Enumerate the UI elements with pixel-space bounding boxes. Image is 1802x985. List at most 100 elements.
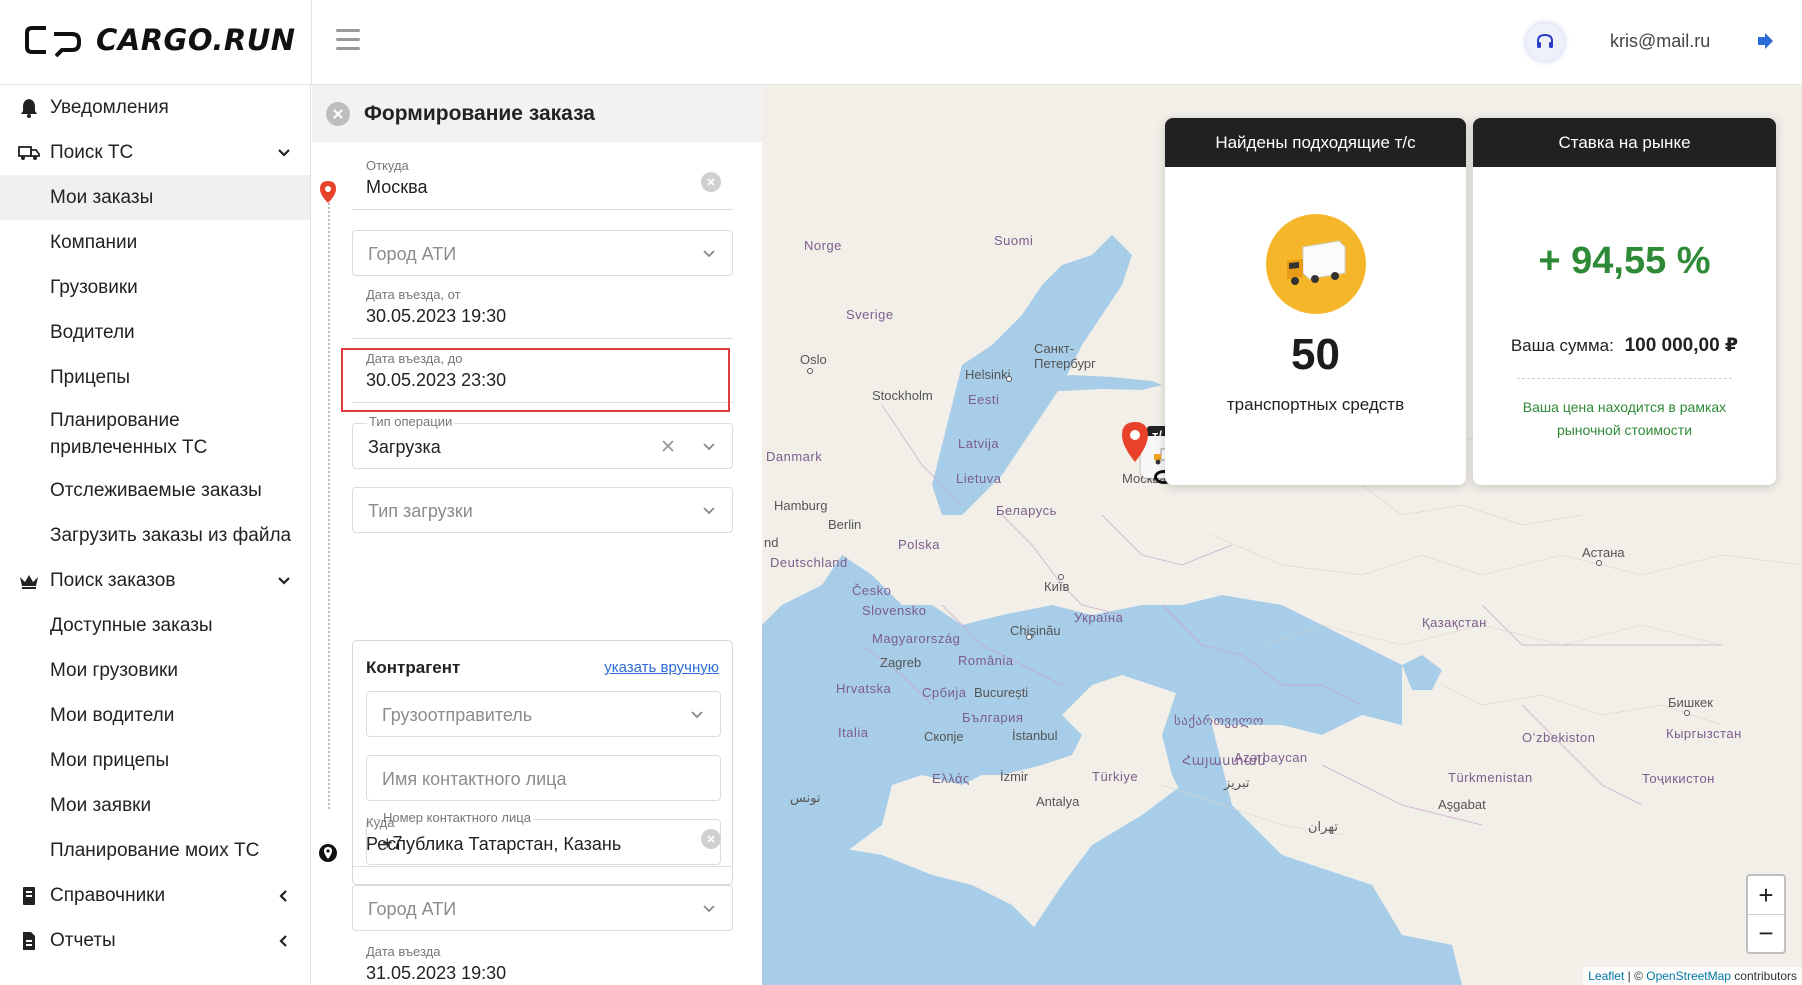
chevron-down-icon (703, 443, 715, 451)
osm-link[interactable]: OpenStreetMap (1646, 969, 1731, 983)
city-dot (1026, 634, 1032, 640)
ati-city-select-destination[interactable]: Город АТИ (352, 885, 733, 931)
contact-name-input[interactable]: Имя контактного лица (366, 755, 721, 801)
leaflet-link[interactable]: Leaflet (1588, 969, 1624, 983)
operation-type-select[interactable]: Тип операции Загрузка (352, 414, 733, 469)
sidebar-item-vehicle-search[interactable]: Поиск ТС (0, 130, 310, 175)
logo[interactable]: CARGO.RUN (24, 18, 296, 62)
sidebar-item-label: Отчеты (50, 929, 116, 951)
clear-to-button[interactable] (701, 829, 721, 849)
vehicles-count-caption: транспортных средств (1226, 395, 1405, 414)
city-dot (1058, 574, 1064, 580)
clear-icon[interactable] (660, 438, 676, 454)
sidebar-item-my-trucks[interactable]: Мои грузовики (0, 648, 310, 693)
chevron-left-icon (279, 889, 287, 902)
sidebar-item-trucks[interactable]: Грузовики (0, 265, 310, 310)
sidebar-item-label: Мои прицепы (50, 749, 170, 771)
vehicles-count: 50 (1291, 330, 1340, 379)
sidebar-item-trailers[interactable]: Прицепы (0, 355, 310, 400)
order-form-panel: Формирование заказа Откуда Москва Город … (312, 85, 762, 985)
sidebar-item-reports[interactable]: Отчеты (0, 918, 310, 963)
map-label-danmark: Danmark (766, 449, 823, 464)
sidebar-item-label: Справочники (50, 884, 166, 906)
sidebar-item-label: Мои заказы (50, 186, 154, 208)
sidebar-item-available-orders[interactable]: Доступные заказы (0, 603, 310, 648)
sidebar-item-label: Мои грузовики (50, 659, 178, 681)
sidebar-item-notifications[interactable]: Уведомления (0, 85, 310, 130)
map-label-izmir: İzmir (1000, 769, 1029, 784)
map-label-ashgabat: Aşgabat (1438, 797, 1486, 812)
map-label-antalya: Antalya (1036, 794, 1080, 809)
clear-from-button[interactable] (701, 172, 721, 192)
map-label-tabriz: تبریز (1224, 775, 1250, 790)
manual-entry-link[interactable]: указать вручную (604, 659, 719, 676)
sidebar-item-order-search[interactable]: Поиск заказов (0, 558, 310, 603)
attribution-sep: | © (1624, 969, 1647, 983)
map-label-chisinau: Chişinău (1010, 623, 1061, 638)
map-label-cesko: Česko (852, 583, 892, 598)
from-field[interactable]: Откуда Москва (352, 150, 733, 210)
truck-icon (1286, 240, 1345, 285)
support-button[interactable] (1526, 23, 1564, 61)
your-sum-value: 100 000,00 ₽ (1624, 335, 1739, 356)
close-panel-button[interactable] (326, 101, 350, 126)
map-attribution: Leaflet | © OpenStreetMap contributors (1583, 967, 1802, 985)
sidebar-item-my-drivers[interactable]: Мои водители (0, 693, 310, 738)
date-from-value: 30.05.2023 19:30 (366, 306, 507, 326)
sidebar-item-my-trailers[interactable]: Мои прицепы (0, 738, 310, 783)
bell-icon (18, 97, 40, 119)
sidebar-item-drivers[interactable]: Водители (0, 310, 310, 355)
map-label-slovensko: Slovensko (862, 603, 927, 618)
shipper-select[interactable]: Грузоотправитель (366, 691, 721, 737)
operation-type-label: Тип операции (367, 414, 455, 429)
map-label-astana: Астана (1582, 545, 1625, 560)
logo-mark-icon (25, 26, 81, 57)
map-label-oslo: Oslo (800, 352, 827, 367)
sidebar-item-companies[interactable]: Компании (0, 220, 310, 265)
map-label-hamburg: Hamburg (774, 498, 828, 513)
focus-highlight (341, 348, 730, 412)
date-from-field[interactable]: Дата въезда, от 30.05.2023 19:30 (352, 279, 733, 339)
map-label-polska: Polska (898, 537, 941, 552)
menu-toggle-button[interactable] (336, 29, 360, 51)
contact-name-placeholder: Имя контактного лица (382, 769, 567, 789)
sidebar-item-my-requests[interactable]: Мои заявки (0, 783, 310, 828)
arrival-date-value: 31.05.2023 19:30 (366, 963, 507, 983)
rate-divider (1517, 378, 1732, 379)
sidebar-item-upload-orders[interactable]: Загрузить заказы из файла (0, 513, 310, 558)
map-label-latvija: Latvija (958, 436, 1000, 451)
map-label-hrvatska: Hrvatska (836, 681, 892, 696)
sidebar-item-my-orders[interactable]: Мои заказы (0, 175, 310, 220)
operation-type-value: Загрузка (368, 437, 441, 457)
ati-city-select-origin[interactable]: Город АТИ (352, 230, 733, 276)
sidebar-item-planning-hired[interactable]: Планирование привлеченных ТС (0, 400, 310, 468)
vehicles-card-title: Найдены подходящие т/с (1165, 118, 1466, 167)
sidebar-item-label: Мои водители (50, 704, 175, 726)
map-label-italia: Italia (838, 725, 869, 740)
sidebar-item-label: Планирование привлеченных ТС (50, 410, 208, 458)
origin-pin-icon (1122, 422, 1148, 462)
map-label-bulgaria: България (962, 710, 1024, 725)
sidebar-item-tracked-orders[interactable]: Отслеживаемые заказы (0, 468, 310, 513)
chevron-down-icon (703, 250, 715, 258)
arrival-date-label: Дата въезда (366, 944, 441, 959)
sidebar: Уведомления Поиск ТС Мои заказы Компании… (0, 85, 311, 985)
zoom-out-button[interactable]: − (1748, 914, 1784, 952)
user-email[interactable]: kris@mail.ru (1610, 31, 1710, 52)
close-icon (707, 178, 715, 186)
city-dot (1684, 710, 1690, 716)
load-type-select[interactable]: Тип загрузки (352, 487, 733, 533)
sidebar-item-planning-my[interactable]: Планирование моих ТС (0, 828, 310, 873)
to-value: Республика Татарстан, Казань (366, 834, 622, 854)
map-label-helsinki: Helsinki (965, 367, 1011, 382)
truck-search-icon (18, 142, 40, 164)
shipper-placeholder: Грузоотправитель (382, 705, 533, 725)
arrival-date-field[interactable]: Дата въезда 31.05.2023 19:30 (352, 936, 733, 985)
to-field[interactable]: Куда Республика Татарстан, Казань (352, 807, 733, 867)
route-map[interactable]: Norge Suomi Sverige Oslo Helsinki Stockh… (762, 85, 1802, 985)
sidebar-item-label: Загрузить заказы из файла (50, 524, 292, 546)
counterparty-title: Контрагент (366, 658, 461, 677)
logout-icon[interactable] (1754, 30, 1776, 52)
sidebar-item-references[interactable]: Справочники (0, 873, 310, 918)
zoom-in-button[interactable]: + (1748, 876, 1784, 914)
